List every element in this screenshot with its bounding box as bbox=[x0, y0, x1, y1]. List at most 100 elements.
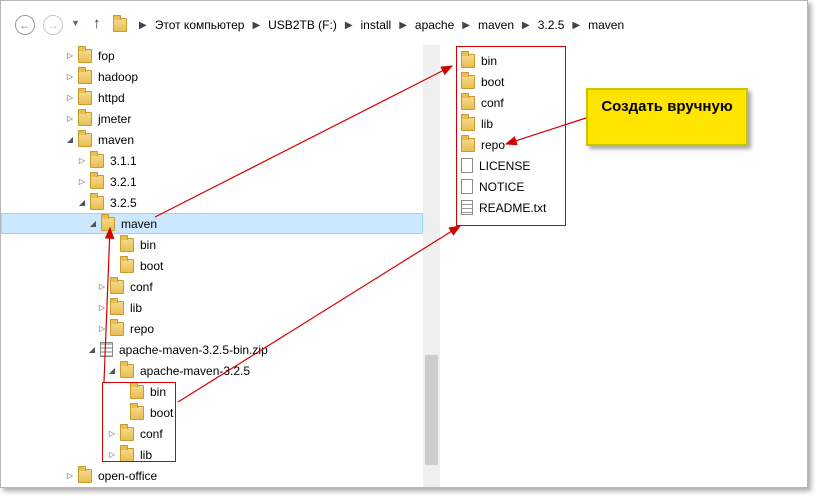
tree-item[interactable]: ▷ fop bbox=[1, 45, 423, 66]
tree-item-label: hadoop bbox=[98, 69, 139, 84]
tree-item-label: bin bbox=[140, 237, 157, 252]
tree-item[interactable]: ▷ open-office bbox=[1, 465, 423, 486]
recent-locations-button[interactable]: ▼ bbox=[71, 18, 80, 28]
tree-item-label: boot bbox=[140, 258, 164, 273]
breadcrumb-item[interactable]: maven bbox=[586, 18, 626, 32]
tree-scrollbar[interactable] bbox=[423, 45, 440, 487]
navigation-tree[interactable]: ▷ fop ▷ hadoop ▷ httpd ▷ jmeter ◢ maven ▷ 3.1.1 ▷ 3.2… bbox=[1, 45, 423, 487]
expand-arrow-icon[interactable]: ▷ bbox=[77, 156, 87, 165]
collapse-arrow-icon[interactable]: ◢ bbox=[107, 366, 117, 375]
tree-item-label: lib bbox=[130, 300, 143, 315]
folder-icon bbox=[110, 318, 124, 336]
scrollbar-thumb[interactable] bbox=[425, 355, 438, 465]
tree-item-label: fop bbox=[98, 48, 115, 63]
expand-arrow-icon[interactable]: ▷ bbox=[65, 471, 75, 480]
arrow-right-icon: → bbox=[47, 18, 59, 32]
breadcrumb-item[interactable]: maven bbox=[476, 18, 516, 32]
tree-item-label: repo bbox=[130, 321, 155, 336]
arrow-left-icon: ← bbox=[19, 18, 31, 32]
tree-item[interactable]: ▷ 3.1.1 bbox=[1, 150, 423, 171]
up-button[interactable]: ↑ bbox=[93, 15, 101, 32]
back-button[interactable]: ← bbox=[15, 15, 35, 35]
annotation-callout: Создать вручную bbox=[586, 88, 748, 146]
breadcrumb-item[interactable]: Этот компьютер bbox=[153, 18, 247, 32]
tree-item[interactable]: boot bbox=[1, 402, 423, 423]
breadcrumb-separator[interactable]: ▶ bbox=[246, 20, 266, 31]
tree-item-label: maven bbox=[98, 132, 135, 147]
expand-arrow-icon[interactable]: ▷ bbox=[65, 72, 75, 81]
folder-icon bbox=[110, 276, 124, 294]
folder-icon bbox=[78, 66, 92, 84]
forward-button[interactable]: → bbox=[43, 15, 63, 35]
tree-item[interactable]: bin bbox=[1, 381, 423, 402]
tree-item[interactable]: ▷ jmeter bbox=[1, 108, 423, 129]
folder-icon bbox=[78, 45, 92, 63]
tree-item[interactable]: ◢ apache-maven-3.2.5 bbox=[1, 360, 423, 381]
tree-item-label: apache-maven-3.2.5 bbox=[140, 363, 251, 378]
tree-item-label: jmeter bbox=[98, 111, 132, 126]
expand-arrow-icon[interactable]: ▷ bbox=[65, 114, 75, 123]
expand-arrow-icon[interactable]: ▷ bbox=[65, 93, 75, 102]
expand-arrow-icon[interactable]: ▷ bbox=[97, 282, 107, 291]
chevron-down-icon: ▼ bbox=[71, 18, 80, 28]
breadcrumb[interactable]: ▶ Этот компьютер ▶ USB2TB (F:) ▶ install ▶ apac… bbox=[113, 13, 807, 37]
tree-item[interactable]: ◢ maven bbox=[1, 213, 423, 234]
breadcrumb-separator[interactable]: ▶ bbox=[133, 20, 153, 31]
tree-item-label: 3.1.1 bbox=[110, 153, 137, 168]
breadcrumb-separator[interactable]: ▶ bbox=[516, 20, 536, 31]
folder-icon bbox=[110, 297, 124, 315]
tree-item[interactable]: bin bbox=[1, 234, 423, 255]
folder-icon bbox=[90, 150, 104, 168]
annotation-box-content bbox=[456, 46, 566, 226]
breadcrumb-separator[interactable]: ▶ bbox=[566, 20, 586, 31]
folder-icon bbox=[78, 465, 92, 483]
breadcrumb-item[interactable]: apache bbox=[413, 18, 456, 32]
expand-arrow-icon[interactable]: ▷ bbox=[77, 177, 87, 186]
folder-icon bbox=[101, 213, 115, 231]
tree-item[interactable]: ◢ apache-maven-3.2.5-bin.zip bbox=[1, 339, 423, 360]
folder-icon bbox=[90, 192, 104, 210]
tree-item-label: 3.2.1 bbox=[110, 174, 137, 189]
tree-item[interactable]: ▷ httpd bbox=[1, 87, 423, 108]
folder-icon bbox=[113, 15, 127, 32]
breadcrumb-item[interactable]: USB2TB (F:) bbox=[266, 18, 339, 32]
callout-text: Создать вручную bbox=[601, 98, 733, 115]
folder-icon bbox=[120, 234, 134, 252]
arrow-up-icon: ↑ bbox=[93, 15, 101, 32]
expand-arrow-icon[interactable]: ▷ bbox=[97, 303, 107, 312]
tree-item[interactable]: boot bbox=[1, 255, 423, 276]
folder-icon bbox=[90, 171, 104, 189]
tree-item-label: 3.2.5 bbox=[110, 195, 137, 210]
address-bar: ← → ▼ ↑ ▶ Этот компьютер ▶ USB2TB (F:) ▶ inst… bbox=[1, 1, 807, 45]
tree-item[interactable]: ▷ lib bbox=[1, 297, 423, 318]
collapse-arrow-icon[interactable]: ◢ bbox=[77, 198, 87, 207]
tree-item[interactable]: ▷ lib bbox=[1, 444, 423, 465]
tree-item[interactable]: ▷ repo bbox=[1, 318, 423, 339]
tree-item-label: open-office bbox=[98, 468, 158, 483]
folder-icon bbox=[120, 255, 134, 273]
tree-item[interactable]: ▷ hadoop bbox=[1, 66, 423, 87]
expand-arrow-icon[interactable]: ▷ bbox=[97, 324, 107, 333]
tree-item[interactable]: ▷ 3.2.1 bbox=[1, 171, 423, 192]
collapse-arrow-icon[interactable]: ◢ bbox=[88, 219, 98, 228]
breadcrumb-separator[interactable]: ▶ bbox=[339, 20, 359, 31]
collapse-arrow-icon[interactable]: ◢ bbox=[87, 345, 97, 354]
tree-item[interactable]: ◢ maven bbox=[1, 129, 423, 150]
tree-item[interactable]: ▷ conf bbox=[1, 276, 423, 297]
folder-icon bbox=[120, 360, 134, 378]
breadcrumb-item[interactable]: 3.2.5 bbox=[536, 18, 567, 32]
folder-icon bbox=[78, 108, 92, 126]
breadcrumb-separator[interactable]: ▶ bbox=[456, 20, 476, 31]
tree-item[interactable]: ◢ 3.2.5 bbox=[1, 192, 423, 213]
folder-icon bbox=[78, 87, 92, 105]
expand-arrow-icon[interactable]: ▷ bbox=[65, 51, 75, 60]
breadcrumb-item[interactable]: install bbox=[359, 18, 394, 32]
collapse-arrow-icon[interactable]: ◢ bbox=[65, 135, 75, 144]
breadcrumb-separator[interactable]: ▶ bbox=[393, 20, 413, 31]
tree-item-label: apache-maven-3.2.5-bin.zip bbox=[119, 342, 268, 357]
zip-archive-icon bbox=[100, 342, 113, 357]
folder-icon bbox=[78, 129, 92, 147]
tree-item[interactable]: ▷ conf bbox=[1, 423, 423, 444]
tree-item-label: maven bbox=[121, 216, 158, 231]
tree-item-label: httpd bbox=[98, 90, 125, 105]
